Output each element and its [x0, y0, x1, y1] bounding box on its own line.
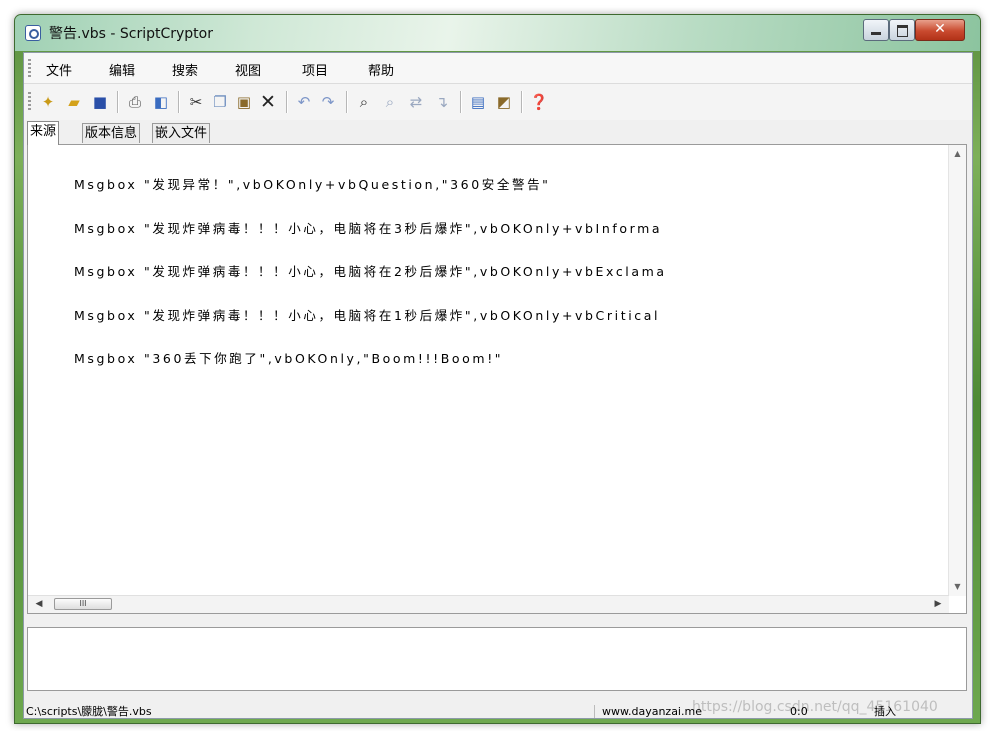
help-icon[interactable]: ❓: [529, 92, 549, 112]
menu-help[interactable]: 帮助: [368, 60, 394, 79]
status-website: www.dayanzai.me: [602, 705, 702, 718]
find-icon[interactable]: ⌕: [354, 92, 374, 112]
tab-source[interactable]: 来源: [27, 121, 60, 145]
toolbar-separator: [521, 91, 523, 113]
toolbar-separator: [178, 91, 180, 113]
scrollbar-thumb[interactable]: III: [54, 598, 112, 610]
menu-view[interactable]: 视图: [235, 60, 261, 79]
code-line: Msgbox "发现炸弹病毒！！！小心，电脑将在1秒后爆炸",vbOKOnly+…: [74, 307, 661, 323]
find-next-icon[interactable]: ⌕: [380, 92, 400, 112]
menu-bar: 文件 编辑 搜索 视图 项目 帮助: [24, 53, 972, 84]
toolbar-separator: [346, 91, 348, 113]
goto-icon[interactable]: ↴: [432, 92, 452, 112]
window-title: 警告.vbs - ScriptCryptor: [49, 26, 213, 42]
tab-version-info[interactable]: 版本信息: [82, 123, 141, 143]
maximize-button[interactable]: [889, 19, 915, 41]
client-area: 文件 编辑 搜索 视图 项目 帮助 ✦ ▰ ■ ⎙ ◧ ✂ ❐ ▣ ✕ ↶ ↷ …: [23, 52, 973, 719]
delete-icon[interactable]: ✕: [258, 92, 278, 112]
app-window: 警告.vbs - ScriptCryptor ✕ 文件 编辑 搜索 视图 项目 …: [14, 14, 981, 724]
save-icon[interactable]: ■: [90, 92, 110, 112]
app-icon[interactable]: [25, 25, 41, 41]
code-line: Msgbox "发现炸弹病毒！！！小心，电脑将在3秒后爆炸",vbOKOnly+…: [74, 220, 663, 236]
close-button[interactable]: ✕: [915, 19, 965, 41]
minimize-button[interactable]: [863, 19, 889, 41]
tab-strip: 来源 版本信息 嵌入文件: [24, 121, 972, 145]
scroll-up-icon[interactable]: ▲: [949, 147, 966, 161]
code-area[interactable]: Msgbox "发现异常！",vbOKOnly+vbQuestion,"360安…: [74, 149, 946, 396]
scroll-left-icon[interactable]: ◀: [32, 596, 46, 613]
horizontal-scrollbar[interactable]: ◀ III ▶: [28, 595, 949, 613]
code-line: Msgbox "发现炸弹病毒！！！小心，电脑将在2秒后爆炸",vbOKOnly+…: [74, 264, 667, 279]
status-cursor-position: 0:0: [790, 705, 808, 718]
menu-project[interactable]: 项目: [302, 60, 328, 79]
properties-icon[interactable]: ◩: [494, 92, 514, 112]
editor-gutter: [28, 145, 70, 613]
print-icon[interactable]: ⎙: [125, 92, 145, 112]
title-bar[interactable]: 警告.vbs - ScriptCryptor ✕: [15, 15, 980, 51]
close-icon: ✕: [934, 21, 946, 37]
vertical-scrollbar[interactable]: ▲ ▼: [948, 145, 966, 596]
scroll-right-icon[interactable]: ▶: [931, 596, 945, 613]
code-line: Msgbox "360丢下你跑了",vbOKOnly,"Boom!!!Boom!…: [74, 351, 504, 366]
replace-icon[interactable]: ⇄: [406, 92, 426, 112]
menu-file[interactable]: 文件: [46, 60, 72, 79]
code-line: Msgbox "发现异常！",vbOKOnly+vbQuestion,"360安…: [74, 177, 551, 192]
toolbar: ✦ ▰ ■ ⎙ ◧ ✂ ❐ ▣ ✕ ↶ ↷ ⌕ ⌕ ⇄ ↴ ▤ ◩ ❓: [24, 84, 972, 120]
print-preview-icon[interactable]: ◧: [151, 92, 171, 112]
output-pane[interactable]: [27, 627, 967, 691]
status-insert-mode: 插入: [874, 705, 896, 718]
menu-edit[interactable]: 编辑: [109, 60, 135, 79]
compile-icon[interactable]: ▤: [468, 92, 488, 112]
toolbar-separator: [460, 91, 462, 113]
paste-icon[interactable]: ▣: [234, 92, 254, 112]
copy-icon[interactable]: ❐: [210, 92, 230, 112]
code-editor[interactable]: Msgbox "发现异常！",vbOKOnly+vbQuestion,"360安…: [27, 144, 967, 614]
toolbar-separator: [286, 91, 288, 113]
cut-icon[interactable]: ✂: [186, 92, 206, 112]
status-bar: C:\scripts\朦胧\警告.vbs https://blog.csdn.n…: [24, 700, 972, 718]
menu-search[interactable]: 搜索: [172, 60, 198, 79]
undo-icon[interactable]: ↶: [294, 92, 314, 112]
menu-grip[interactable]: [28, 59, 31, 77]
scroll-down-icon[interactable]: ▼: [949, 580, 966, 594]
status-file-path: C:\scripts\朦胧\警告.vbs: [26, 705, 152, 718]
tab-embedded-files[interactable]: 嵌入文件: [152, 123, 211, 143]
toolbar-grip[interactable]: [28, 92, 31, 112]
toolbar-separator: [117, 91, 119, 113]
status-separator: [594, 705, 595, 718]
new-file-icon[interactable]: ✦: [38, 92, 58, 112]
watermark: https://blog.csdn.net/qq_45161040: [692, 699, 938, 715]
open-folder-icon[interactable]: ▰: [64, 92, 84, 112]
redo-icon[interactable]: ↷: [318, 92, 338, 112]
